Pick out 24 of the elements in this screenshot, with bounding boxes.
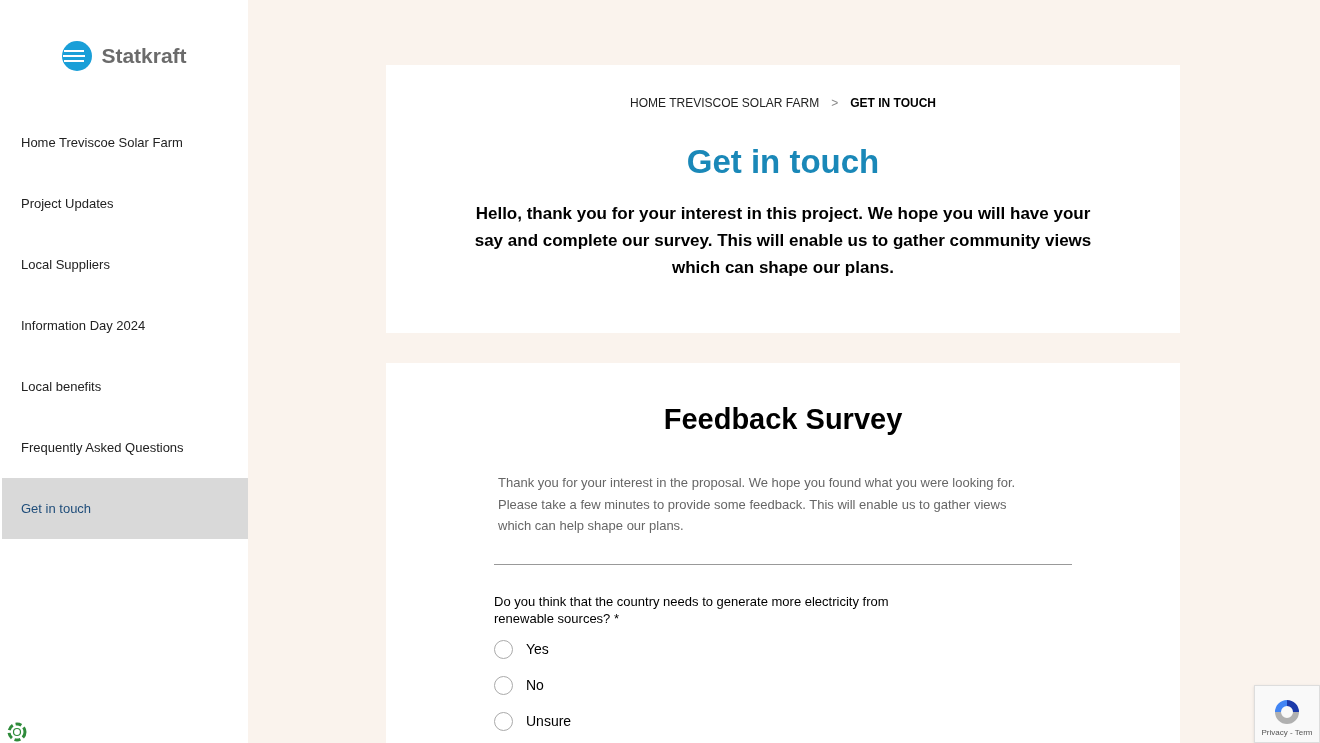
- option-label: No: [526, 675, 544, 695]
- survey-title: Feedback Survey: [663, 405, 903, 434]
- option-label: Yes: [526, 639, 549, 659]
- breadcrumb-link[interactable]: GET IN TOUCH: [850, 94, 936, 112]
- recaptcha-icon: [1272, 697, 1302, 727]
- nav-item[interactable]: Local Suppliers: [2, 234, 248, 295]
- nav-item[interactable]: Frequently Asked Questions: [2, 417, 248, 478]
- breadcrumb-separator: >: [831, 95, 839, 112]
- nav-item[interactable]: Project Updates: [2, 173, 248, 234]
- nav-item[interactable]: Local benefits: [2, 356, 248, 417]
- survey-description: Thank you for your interest in the proposal. We hope you found what you were looking for. Please take a few minutes to provide some feedback. This will enable us to gather views which can help shape our plans.: [498, 474, 1017, 535]
- intro-text: Hello, thank you for your interest in this project. We hope you will have your say and complete our survey. This will enable us to gather community views which can shape our plans.: [473, 203, 1093, 279]
- accessibility-icon[interactable]: [5, 722, 29, 742]
- nav-item[interactable]: Get in touch: [2, 478, 248, 539]
- page-title: Get in touch: [686, 145, 880, 178]
- logo-icon: [61, 40, 94, 72]
- nav-item[interactable]: Information Day 2024: [2, 295, 248, 356]
- breadcrumb-link[interactable]: HOME TREVISCOE SOLAR FARM: [630, 94, 820, 112]
- recaptcha-badge[interactable]: Privacy - Term: [1254, 685, 1320, 743]
- recaptcha-text[interactable]: Privacy - Term: [1261, 727, 1313, 739]
- option-label: Unsure: [526, 711, 572, 731]
- nav-item[interactable]: Home Treviscoe Solar Farm: [2, 112, 248, 173]
- question-text: Do you think that the country needs to generate more electricity from renewable sources? *: [494, 592, 890, 627]
- logo-text: Statkraft: [101, 43, 187, 70]
